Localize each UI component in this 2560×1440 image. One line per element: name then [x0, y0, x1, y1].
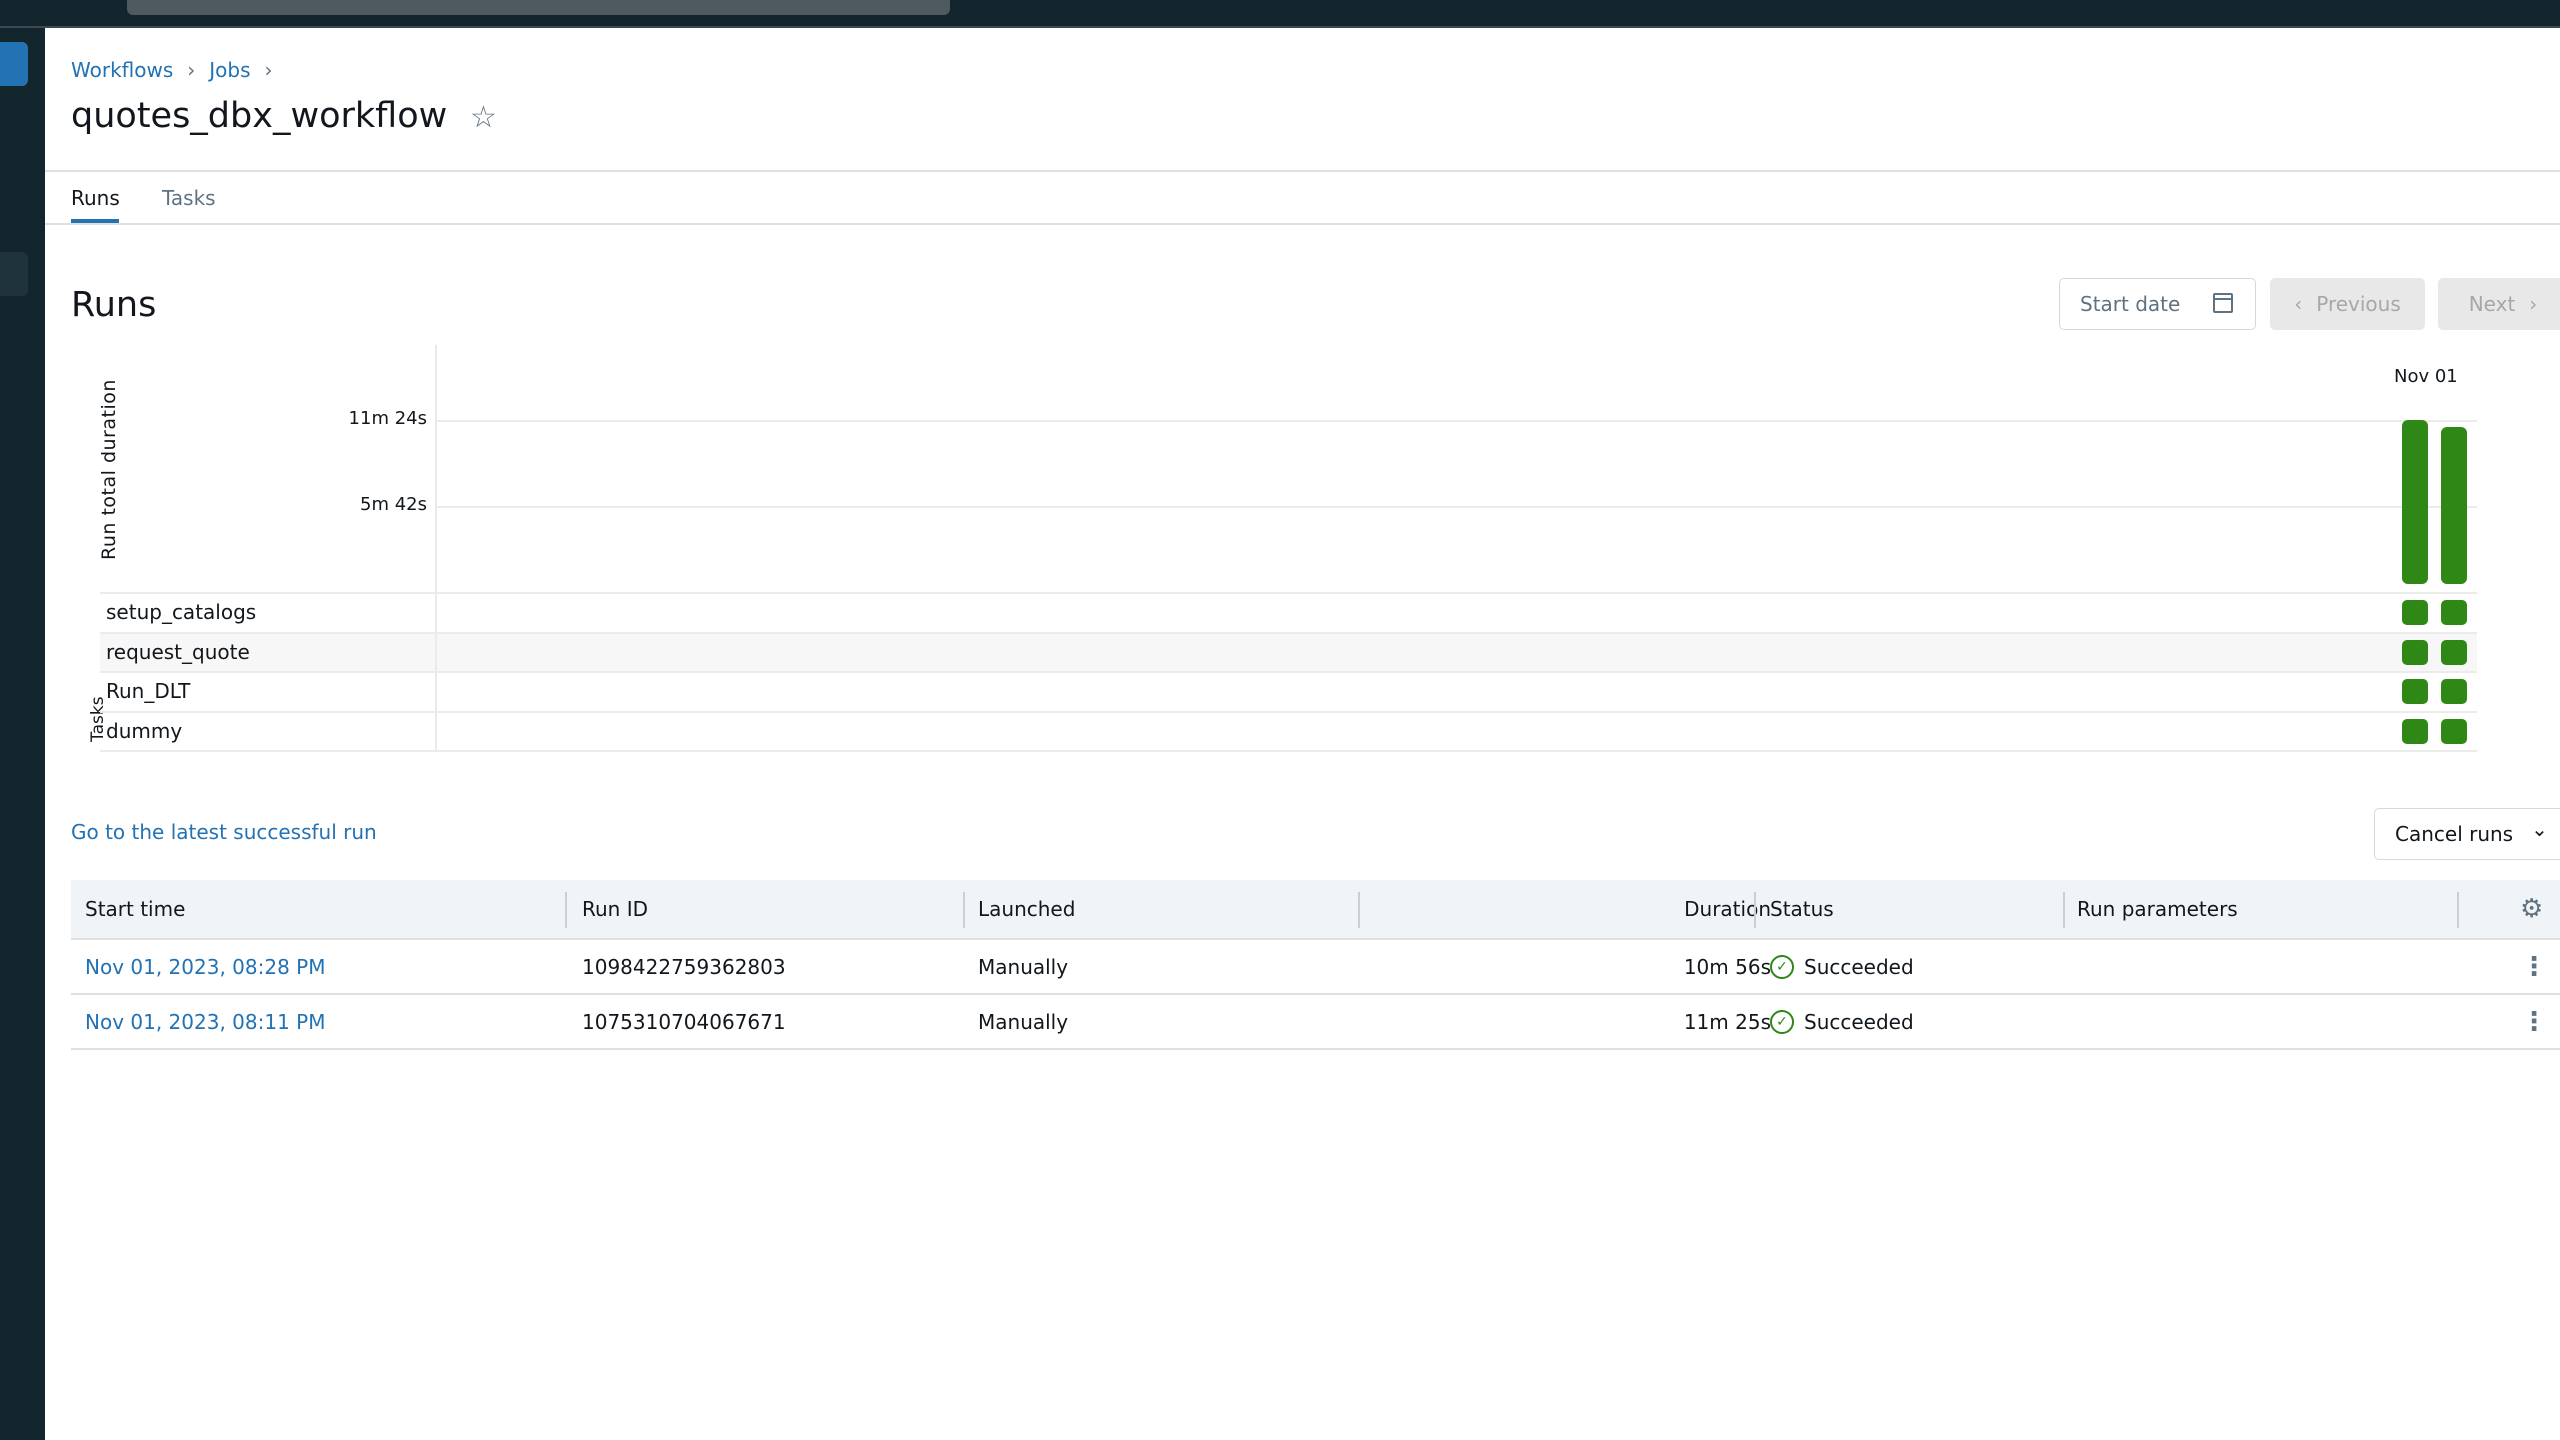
tab-tasks[interactable]: Tasks	[162, 186, 216, 210]
tabs-divider	[45, 223, 2560, 225]
y-tick-label: 5m 42s	[360, 494, 427, 515]
run-duration-bar[interactable]	[2402, 419, 2428, 584]
sidebar-item-active[interactable]	[0, 42, 28, 86]
gear-icon[interactable]: ⚙	[2520, 880, 2543, 938]
page-title: quotes_dbx_workflow	[71, 96, 448, 136]
table-row[interactable]: Nov 01, 2023, 08:11 PM 1075310704067671 …	[71, 995, 2560, 1050]
start-time-link[interactable]: Nov 01, 2023, 08:28 PM	[85, 940, 325, 993]
status-text: Succeeded	[1804, 1009, 1914, 1034]
table-row[interactable]: Nov 01, 2023, 08:28 PM 1098422759362803 …	[71, 940, 2560, 995]
row-menu-icon[interactable]: ⋮	[2521, 940, 2547, 993]
task-label: dummy	[106, 718, 183, 743]
top-bar	[0, 0, 2560, 28]
breadcrumb: Workflows › Jobs ›	[71, 58, 273, 82]
task-status-cell[interactable]	[2402, 639, 2428, 665]
launched: Manually	[978, 1009, 1069, 1034]
column-resizer[interactable]	[2063, 892, 2065, 928]
gridline	[437, 506, 2477, 508]
task-status-cell[interactable]	[2441, 600, 2467, 625]
status-badge: ✓ Succeeded	[1770, 940, 1914, 993]
chevron-down-icon: ⌄	[2531, 817, 2548, 841]
start-date-placeholder: Start date	[2080, 292, 2181, 316]
y-axis-label: Run total duration	[98, 379, 120, 560]
check-circle-icon: ✓	[1770, 1009, 1794, 1034]
sidebar-item-workflows[interactable]	[0, 252, 28, 296]
launched: Manually	[978, 954, 1069, 979]
task-status-cell[interactable]	[2441, 718, 2467, 744]
start-time-link[interactable]: Nov 01, 2023, 08:11 PM	[85, 995, 325, 1048]
column-run-parameters[interactable]: Run parameters	[2077, 880, 2238, 938]
runs-table: Start time Run ID Launched Duration Stat…	[71, 880, 2560, 1050]
breadcrumb-workflows[interactable]: Workflows	[71, 58, 173, 82]
duration: 11m 25s	[1683, 1009, 1771, 1034]
task-status-cell[interactable]	[2441, 679, 2467, 704]
column-start-time[interactable]: Start time	[85, 880, 185, 938]
run-duration-bar[interactable]	[2441, 427, 2467, 584]
table-header: Start time Run ID Launched Duration Stat…	[71, 880, 2560, 940]
cancel-runs-dropdown[interactable]: Cancel runs ⌄	[2374, 808, 2560, 860]
next-button[interactable]: Next ›	[2438, 278, 2560, 330]
latest-successful-run-link[interactable]: Go to the latest successful run	[71, 820, 377, 844]
task-row	[100, 592, 2477, 632]
column-resizer[interactable]	[963, 892, 965, 928]
header-divider	[45, 170, 2560, 172]
task-label: request_quote	[106, 639, 250, 664]
y-tick-label: 11m 24s	[348, 408, 427, 429]
check-circle-icon: ✓	[1770, 954, 1794, 979]
calendar-icon	[2213, 293, 2233, 313]
task-row	[100, 631, 2477, 672]
tab-runs[interactable]: Runs	[71, 186, 120, 210]
chevron-right-icon: ›	[264, 58, 273, 82]
row-menu-icon[interactable]: ⋮	[2521, 995, 2547, 1048]
previous-button[interactable]: ‹ Previous	[2270, 278, 2425, 330]
runs-heading: Runs	[71, 285, 157, 325]
task-status-cell[interactable]	[2402, 600, 2428, 625]
column-resizer[interactable]	[2457, 892, 2459, 928]
sidebar	[0, 28, 45, 1440]
next-label: Next	[2468, 292, 2516, 316]
y-axis-line	[435, 345, 437, 750]
start-date-picker[interactable]: Start date	[2059, 278, 2256, 330]
task-grid-bottom-border	[100, 750, 2477, 752]
task-status-cell[interactable]	[2441, 639, 2467, 665]
column-resizer[interactable]	[565, 892, 567, 928]
task-row	[100, 710, 2477, 751]
cancel-runs-label: Cancel runs	[2395, 822, 2514, 846]
previous-label: Previous	[2316, 292, 2401, 316]
breadcrumb-jobs[interactable]: Jobs	[209, 58, 250, 82]
chevron-right-icon: ›	[187, 58, 196, 82]
column-launched[interactable]: Launched	[978, 880, 1075, 938]
task-row	[100, 671, 2477, 711]
column-status[interactable]: Status	[1770, 880, 1834, 938]
column-resizer[interactable]	[1358, 892, 1360, 928]
chevron-left-icon: ‹	[2294, 292, 2303, 316]
task-status-cell[interactable]	[2402, 718, 2428, 744]
column-run-id[interactable]: Run ID	[582, 880, 648, 938]
task-label: setup_catalogs	[106, 600, 257, 624]
duration: 10m 56s	[1683, 954, 1771, 979]
global-search-input[interactable]	[127, 0, 950, 15]
column-duration[interactable]: Duration	[1684, 880, 1771, 938]
x-tick-label: Nov 01	[2394, 366, 2458, 387]
status-text: Succeeded	[1804, 954, 1914, 979]
run-id: 1075310704067671	[582, 1009, 786, 1034]
run-id: 1098422759362803	[582, 954, 786, 979]
task-status-cell[interactable]	[2402, 679, 2428, 704]
chevron-right-icon: ›	[2529, 292, 2538, 316]
status-badge: ✓ Succeeded	[1770, 995, 1914, 1048]
gridline	[437, 420, 2477, 422]
star-icon[interactable]: ☆	[470, 100, 497, 135]
column-resizer[interactable]	[1754, 892, 1756, 928]
task-label: Run_DLT	[106, 679, 191, 703]
